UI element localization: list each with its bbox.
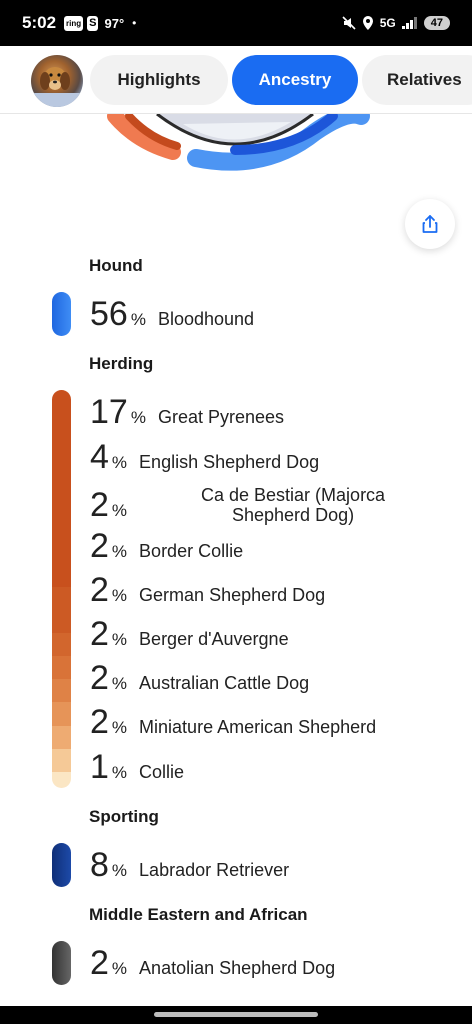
breed-row-ca-de-bestiar[interactable]: 2 % Ca de Bestiar (Majorca Shepherd Dog) xyxy=(90,485,413,525)
breed-row-anatolian-shepherd[interactable]: 2 % Anatolian Shepherd Dog xyxy=(90,946,335,980)
percent-sign: % xyxy=(111,453,128,472)
bar-segment xyxy=(52,586,71,633)
group-title-middle-eastern-african: Middle Eastern and African xyxy=(89,905,308,924)
s-app-icon: S xyxy=(87,15,99,31)
breed-name: Ca de Bestiar (Majorca Shepherd Dog) xyxy=(201,485,386,525)
status-right: 5G 47 xyxy=(342,16,450,30)
breed-row-bloodhound[interactable]: 56 % Bloodhound xyxy=(90,297,254,331)
bar-segment xyxy=(52,656,71,680)
percent-sign: % xyxy=(111,542,128,561)
breed-row-english-shepherd[interactable]: 4 % English Shepherd Dog xyxy=(90,440,319,474)
group-title-herding: Herding xyxy=(89,354,154,373)
status-time: 5:02 xyxy=(22,13,57,32)
breed-name: Collie xyxy=(139,762,185,782)
breed-percent: 56 xyxy=(90,295,128,333)
battery-indicator: 47 xyxy=(423,16,450,30)
tab-bar: Highlights Ancestry Relatives xyxy=(0,46,472,114)
breed-row-labrador-retriever[interactable]: 8 % Labrador Retriever xyxy=(90,848,289,882)
status-bar: 5:02 ring S 97° • 5G 47 xyxy=(0,0,472,46)
location-icon xyxy=(362,16,373,30)
group-bar-hound xyxy=(52,292,71,336)
breed-name: Australian Cattle Dog xyxy=(139,673,310,693)
group-title-sporting: Sporting xyxy=(89,807,159,826)
breed-name: Bloodhound xyxy=(157,309,255,329)
percent-sign: % xyxy=(111,718,128,737)
breed-row-berger-dauvergne[interactable]: 2 % Berger d'Auvergne xyxy=(90,617,289,651)
breed-percent: 2 xyxy=(90,703,109,741)
group-bar-sporting xyxy=(52,843,71,887)
bar-segment xyxy=(52,702,71,726)
breed-row-border-collie[interactable]: 2 % Border Collie xyxy=(90,529,243,563)
breed-row-great-pyrenees[interactable]: 17 % Great Pyrenees xyxy=(90,395,284,429)
breed-percent: 2 xyxy=(90,486,109,524)
home-indicator[interactable] xyxy=(154,1012,318,1017)
breed-name: English Shepherd Dog xyxy=(139,452,320,472)
share-button[interactable] xyxy=(405,199,455,249)
breed-name: Border Collie xyxy=(139,541,244,561)
breed-name: Labrador Retriever xyxy=(139,860,290,880)
percent-sign: % xyxy=(111,861,128,880)
share-icon xyxy=(422,215,438,233)
mute-icon xyxy=(342,16,356,30)
status-dot: • xyxy=(132,16,137,30)
status-temperature: 97° xyxy=(104,15,125,31)
breed-percent: 2 xyxy=(90,571,109,609)
breed-percent: 1 xyxy=(90,748,109,786)
breed-row-australian-cattle-dog[interactable]: 2 % Australian Cattle Dog xyxy=(90,661,309,695)
breed-row-collie[interactable]: 1 % Collie xyxy=(90,750,184,784)
bar-segment xyxy=(52,679,71,703)
percent-sign: % xyxy=(111,501,128,520)
breed-name: Great Pyrenees xyxy=(157,407,285,427)
tab-relatives[interactable]: Relatives xyxy=(362,55,472,105)
breed-percent: 2 xyxy=(90,944,109,982)
percent-sign: % xyxy=(111,959,128,978)
percent-sign: % xyxy=(111,763,128,782)
ancestry-screen: Highlights Ancestry Relatives Hound 56 %… xyxy=(0,46,472,1006)
percent-sign: % xyxy=(130,310,146,329)
tab-ancestry[interactable]: Ancestry xyxy=(232,55,358,105)
breed-name: Berger d'Auvergne xyxy=(139,629,289,649)
breed-percent: 2 xyxy=(90,615,109,653)
percent-sign: % xyxy=(111,630,128,649)
group-title-hound: Hound xyxy=(89,256,143,275)
breed-percent: 4 xyxy=(90,438,109,476)
dog-avatar[interactable] xyxy=(31,55,83,107)
bar-segment xyxy=(52,941,71,985)
breed-percent: 2 xyxy=(90,659,109,697)
bar-segment xyxy=(52,771,71,788)
network-type: 5G xyxy=(379,16,396,30)
breed-name: Anatolian Shepherd Dog xyxy=(139,958,336,978)
gesture-bar xyxy=(0,1006,472,1024)
breed-percent: 17 xyxy=(90,393,128,431)
dog-photo xyxy=(31,67,83,107)
percent-sign: % xyxy=(111,586,128,605)
breed-name: German Shepherd Dog xyxy=(139,585,326,605)
breed-row-german-shepherd[interactable]: 2 % German Shepherd Dog xyxy=(90,573,325,607)
bar-segment xyxy=(52,632,71,657)
percent-sign: % xyxy=(130,408,146,427)
group-bar-middle-eastern-african xyxy=(52,941,71,985)
percent-sign: % xyxy=(111,674,128,693)
breed-row-miniature-american-shepherd[interactable]: 2 % Miniature American Shepherd xyxy=(90,705,376,739)
bar-segment xyxy=(52,390,71,587)
bar-segment xyxy=(52,843,71,887)
breed-percent: 2 xyxy=(90,527,109,565)
bar-segment xyxy=(52,292,71,336)
bar-segment xyxy=(52,725,71,749)
tab-highlights[interactable]: Highlights xyxy=(90,55,228,105)
breed-name: Miniature American Shepherd xyxy=(139,717,377,737)
ring-app-icon: ring xyxy=(64,15,84,31)
breed-percent: 8 xyxy=(90,846,109,884)
group-bar-herding xyxy=(52,390,71,788)
signal-icon xyxy=(401,17,417,29)
bar-segment xyxy=(52,748,71,772)
